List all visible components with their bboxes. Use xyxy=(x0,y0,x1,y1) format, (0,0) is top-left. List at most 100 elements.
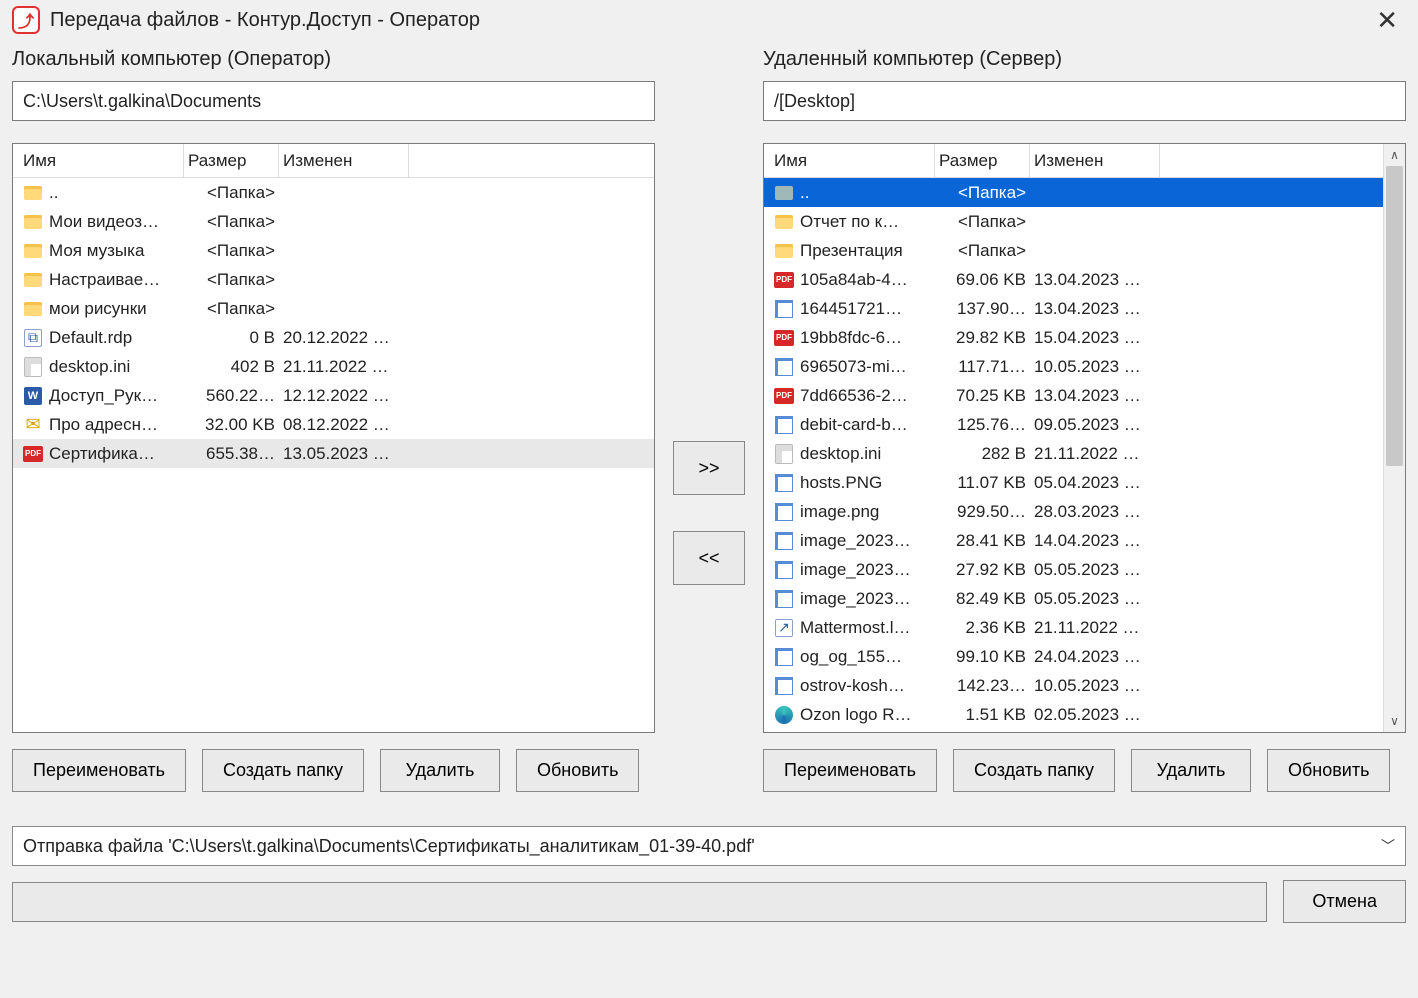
table-row[interactable]: hosts.PNG 11.07 KB 05.04.2023 … xyxy=(764,468,1383,497)
file-name: Default.rdp xyxy=(49,328,132,348)
file-name: Mattermost.l… xyxy=(800,618,911,638)
table-row[interactable]: 164451721… 137.90… 13.04.2023 … xyxy=(764,294,1383,323)
table-row[interactable]: Про адресн… 32.00 KB 08.12.2022 … xyxy=(13,410,654,439)
table-row[interactable]: .. <Папка> xyxy=(764,178,1383,207)
file-size: <Папка> xyxy=(935,241,1030,261)
file-modified: 08.12.2022 … xyxy=(279,415,409,435)
local-panel: Локальный компьютер (Оператор) C:\Users\… xyxy=(12,48,655,808)
pdf-icon xyxy=(774,328,794,348)
table-row[interactable]: image_2023… 82.49 KB 05.05.2023 … xyxy=(764,584,1383,613)
remote-panel: Удаленный компьютер (Сервер) /[Desktop] … xyxy=(763,48,1406,808)
col-size[interactable]: Размер xyxy=(184,144,279,177)
file-modified: 13.05.2023 … xyxy=(279,444,409,464)
file-modified: 15.04.2023 … xyxy=(1030,328,1160,348)
folder-icon xyxy=(23,241,43,261)
col-modified[interactable]: Изменен xyxy=(279,144,409,177)
file-size: 402 B xyxy=(184,357,279,377)
folder-icon xyxy=(23,212,43,232)
scroll-up-icon[interactable]: ∧ xyxy=(1384,144,1405,166)
transfer-to-remote-button[interactable]: >> xyxy=(673,441,745,495)
img-icon xyxy=(774,589,794,609)
file-size: 282 B xyxy=(935,444,1030,464)
table-row[interactable]: Мои видеоз… <Папка> xyxy=(13,207,654,236)
cancel-button[interactable]: Отмена xyxy=(1283,880,1406,923)
remote-delete-button[interactable]: Удалить xyxy=(1131,749,1251,792)
table-row[interactable]: Презентация <Папка> xyxy=(764,236,1383,265)
file-size: <Папка> xyxy=(184,299,279,319)
file-size: <Папка> xyxy=(935,212,1030,232)
file-name: Сертифика… xyxy=(49,444,155,464)
ini-icon xyxy=(774,444,794,464)
col-modified[interactable]: Изменен xyxy=(1030,144,1160,177)
table-row[interactable]: Ozon logo R… 1.51 KB 02.05.2023 … xyxy=(764,700,1383,729)
table-row[interactable]: мои рисунки <Папка> xyxy=(13,294,654,323)
col-size[interactable]: Размер xyxy=(935,144,1030,177)
table-row[interactable]: Настраивае… <Папка> xyxy=(13,265,654,294)
scroll-down-icon[interactable]: ∨ xyxy=(1384,710,1405,732)
col-name[interactable]: Имя xyxy=(770,144,935,177)
table-row[interactable]: .. <Папка> xyxy=(13,178,654,207)
table-row[interactable]: Моя музыка <Папка> xyxy=(13,236,654,265)
remote-scrollbar[interactable]: ∧ ∨ xyxy=(1383,144,1405,732)
table-row[interactable]: Default.rdp 0 B 20.12.2022 … xyxy=(13,323,654,352)
table-row[interactable]: desktop.ini 402 B 21.11.2022 … xyxy=(13,352,654,381)
file-size: <Папка> xyxy=(935,183,1030,203)
local-refresh-button[interactable]: Обновить xyxy=(516,749,640,792)
table-row[interactable]: Mattermost.l… 2.36 KB 21.11.2022 … xyxy=(764,613,1383,642)
file-name: ostrov-kosh… xyxy=(800,676,905,696)
file-size: 929.50… xyxy=(935,502,1030,522)
scroll-thumb[interactable] xyxy=(1386,166,1403,466)
file-modified: 14.04.2023 … xyxy=(1030,531,1160,551)
table-row[interactable]: desktop.ini 282 B 21.11.2022 … xyxy=(764,439,1383,468)
table-row[interactable]: image_2023… 28.41 KB 14.04.2023 … xyxy=(764,526,1383,555)
local-mkdir-button[interactable]: Создать папку xyxy=(202,749,364,792)
file-modified: 21.11.2022 … xyxy=(1030,444,1160,464)
progress-bar xyxy=(12,882,1267,922)
folder-alt-icon xyxy=(774,183,794,203)
file-name: image.png xyxy=(800,502,879,522)
table-row[interactable]: Сертифика… 655.38… 13.05.2023 … xyxy=(13,439,654,468)
file-size: <Папка> xyxy=(184,183,279,203)
table-row[interactable]: Доступ_Рук… 560.22… 12.12.2022 … xyxy=(13,381,654,410)
table-row[interactable]: image_2023… 27.92 KB 05.05.2023 … xyxy=(764,555,1383,584)
file-name: image_2023… xyxy=(800,531,911,551)
table-row[interactable]: og_og_155… 99.10 KB 24.04.2023 … xyxy=(764,642,1383,671)
file-modified: 21.11.2022 … xyxy=(1030,618,1160,638)
table-row[interactable]: 105a84ab-4… 69.06 KB 13.04.2023 … xyxy=(764,265,1383,294)
file-name: desktop.ini xyxy=(800,444,881,464)
table-row[interactable]: 19bb8fdc-6… 29.82 KB 15.04.2023 … xyxy=(764,323,1383,352)
file-size: 0 B xyxy=(184,328,279,348)
file-size: <Папка> xyxy=(184,241,279,261)
folder-icon xyxy=(23,183,43,203)
pdf-icon xyxy=(774,270,794,290)
local-path-input[interactable]: C:\Users\t.galkina\Documents xyxy=(12,81,655,121)
table-row[interactable]: debit-card-b… 125.76… 09.05.2023 … xyxy=(764,410,1383,439)
remote-path-input[interactable]: /[Desktop] xyxy=(763,81,1406,121)
local-rename-button[interactable]: Переименовать xyxy=(12,749,186,792)
img-icon xyxy=(774,676,794,696)
file-size: 125.76… xyxy=(935,415,1030,435)
local-file-list[interactable]: Имя Размер Изменен .. <Папка> Мои видеоз… xyxy=(12,143,655,733)
status-dropdown[interactable]: Отправка файла 'C:\Users\t.galkina\Docum… xyxy=(12,826,1406,866)
file-name: Мои видеоз… xyxy=(49,212,159,232)
transfer-to-local-button[interactable]: << xyxy=(673,531,745,585)
remote-mkdir-button[interactable]: Создать папку xyxy=(953,749,1115,792)
file-modified: 09.05.2023 … xyxy=(1030,415,1160,435)
file-modified: 13.04.2023 … xyxy=(1030,386,1160,406)
table-row[interactable]: 7dd66536-2… 70.25 KB 13.04.2023 … xyxy=(764,381,1383,410)
close-icon[interactable]: ✕ xyxy=(1368,1,1406,40)
file-modified: 21.11.2022 … xyxy=(279,357,409,377)
table-row[interactable]: Отчет по к… <Папка> xyxy=(764,207,1383,236)
table-row[interactable]: 6965073-mi… 117.71… 10.05.2023 … xyxy=(764,352,1383,381)
table-row[interactable]: ostrov-kosh… 142.23… 10.05.2023 … xyxy=(764,671,1383,700)
local-delete-button[interactable]: Удалить xyxy=(380,749,500,792)
file-name: Ozon logo R… xyxy=(800,705,912,725)
col-name[interactable]: Имя xyxy=(19,144,184,177)
file-size: 2.36 KB xyxy=(935,618,1030,638)
remote-refresh-button[interactable]: Обновить xyxy=(1267,749,1391,792)
table-row[interactable]: image.png 929.50… 28.03.2023 … xyxy=(764,497,1383,526)
file-name: 164451721… xyxy=(800,299,902,319)
remote-file-list[interactable]: Имя Размер Изменен .. <Папка> Отчет по к… xyxy=(763,143,1406,733)
file-name: image_2023… xyxy=(800,589,911,609)
remote-rename-button[interactable]: Переименовать xyxy=(763,749,937,792)
